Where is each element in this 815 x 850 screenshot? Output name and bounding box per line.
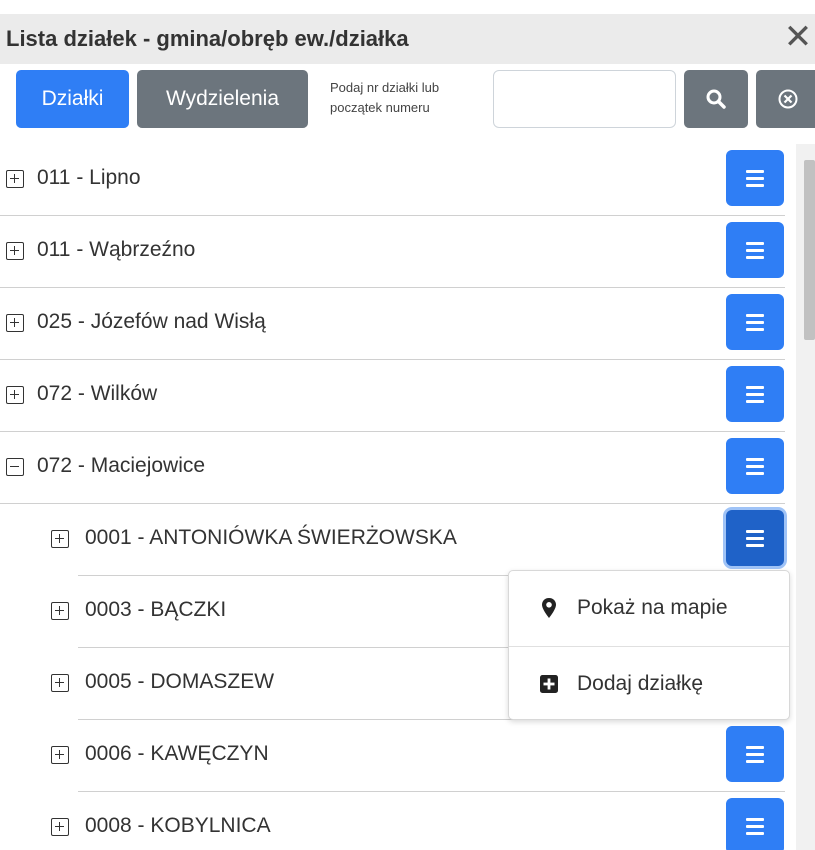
list-item[interactable]: 011 - Wąbrzeźno bbox=[0, 216, 785, 288]
list-item-label: 0005 - DOMASZEW bbox=[85, 670, 275, 693]
row-menu-button[interactable] bbox=[726, 294, 784, 350]
parcel-tree-list: 011 - Lipno 011 - Wąbrzeźno 025 - Józefó… bbox=[0, 144, 800, 850]
menu-item-label: Dodaj działkę bbox=[577, 672, 704, 695]
list-item-label: 072 - Maciejowice bbox=[37, 454, 206, 477]
toolbar: Działki Wydzielenia Podaj nr działki lub… bbox=[0, 64, 815, 144]
row-menu-button[interactable] bbox=[726, 798, 784, 850]
expand-icon[interactable] bbox=[6, 242, 24, 260]
search-hint-line2: początek numeru bbox=[330, 100, 430, 115]
row-menu-button[interactable] bbox=[726, 150, 784, 206]
list-item[interactable]: 0006 - KAWĘCZYN bbox=[51, 720, 785, 792]
row-menu-button[interactable] bbox=[726, 726, 784, 782]
scrollbar-thumb[interactable] bbox=[804, 160, 815, 340]
collapse-icon[interactable] bbox=[6, 458, 24, 476]
search-icon bbox=[706, 89, 726, 109]
parcel-list-panel: Lista działek - gmina/obręb ew./działka … bbox=[0, 0, 815, 850]
list-item[interactable]: 025 - Józefów nad Wisłą bbox=[0, 288, 785, 360]
list-item[interactable]: 011 - Lipno bbox=[0, 144, 785, 216]
expand-icon[interactable] bbox=[51, 746, 69, 764]
clear-search-button[interactable] bbox=[756, 70, 815, 128]
close-icon[interactable]: ✕ bbox=[781, 20, 815, 56]
row-action-dropdown: Pokaż na mapie Dodaj działkę bbox=[508, 570, 790, 720]
list-item-label: 025 - Józefów nad Wisłą bbox=[37, 310, 266, 333]
row-menu-button[interactable] bbox=[726, 510, 784, 566]
parcel-search-input[interactable] bbox=[493, 70, 676, 128]
list-item-label: 0006 - KAWĘCZYN bbox=[85, 742, 269, 765]
plus-square-icon bbox=[540, 675, 558, 693]
list-item-label: 011 - Wąbrzeźno bbox=[37, 238, 196, 261]
list-item-label: 0003 - BĄCZKI bbox=[85, 598, 227, 621]
panel-header: Lista działek - gmina/obręb ew./działka … bbox=[0, 14, 815, 64]
expand-icon[interactable] bbox=[51, 530, 69, 548]
list-item-label: 0008 - KOBYLNICA bbox=[85, 814, 271, 837]
search-button[interactable] bbox=[684, 70, 748, 128]
menu-item-show-on-map[interactable]: Pokaż na mapie bbox=[509, 571, 789, 645]
menu-item-add-parcel[interactable]: Dodaj działkę bbox=[509, 646, 789, 720]
list-item-label: 011 - Lipno bbox=[37, 166, 141, 189]
list-item[interactable]: 072 - Wilków bbox=[0, 360, 785, 432]
list-item-label: 0001 - ANTONIÓWKA ŚWIERŻOWSKA bbox=[85, 526, 457, 549]
list-item[interactable]: 0008 - KOBYLNICA bbox=[51, 792, 785, 850]
expand-icon[interactable] bbox=[6, 170, 24, 188]
list-item[interactable]: 072 - Maciejowice bbox=[0, 432, 785, 504]
search-hint-line1: Podaj nr działki lub bbox=[330, 80, 440, 95]
list-item-label: 072 - Wilków bbox=[37, 382, 158, 405]
expand-icon[interactable] bbox=[6, 314, 24, 332]
row-menu-button[interactable] bbox=[726, 222, 784, 278]
tab-wydzielenia[interactable]: Wydzielenia bbox=[137, 70, 308, 128]
search-hint: Podaj nr działki lub początek numeru bbox=[330, 78, 490, 118]
list-item[interactable]: 0001 - ANTONIÓWKA ŚWIERŻOWSKA bbox=[51, 504, 785, 576]
expand-icon[interactable] bbox=[51, 602, 69, 620]
menu-item-label: Pokaż na mapie bbox=[577, 596, 728, 619]
expand-icon[interactable] bbox=[6, 386, 24, 404]
tab-dzialki[interactable]: Działki bbox=[16, 70, 129, 128]
expand-icon[interactable] bbox=[51, 674, 69, 692]
expand-icon[interactable] bbox=[51, 818, 69, 836]
clear-circle-icon bbox=[778, 89, 798, 109]
row-menu-button[interactable] bbox=[726, 438, 784, 494]
map-marker-icon bbox=[542, 598, 556, 618]
row-menu-button[interactable] bbox=[726, 366, 784, 422]
panel-title: Lista działek - gmina/obręb ew./działka bbox=[6, 26, 409, 51]
